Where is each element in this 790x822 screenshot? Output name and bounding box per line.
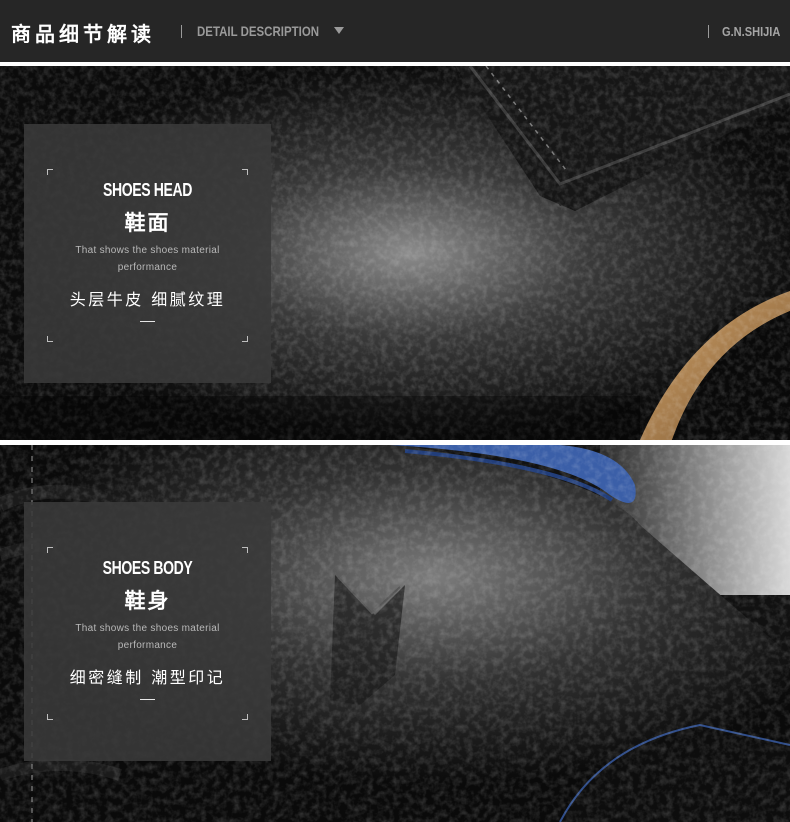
section-tagline: 头层牛皮 细腻纹理 <box>69 290 226 309</box>
section-title-en: SHOES BODY <box>102 558 193 578</box>
detail-header-bar: 商品细节解读 DETAIL DESCRIPTION G.N.SHIJIA <box>0 0 790 62</box>
shoe-body-info-box: SHOES BODY 鞋身 That shows the shoes mater… <box>24 502 271 761</box>
shoe-head-photo: SHOES HEAD 鞋面 That shows the shoes mater… <box>0 66 790 440</box>
section-title-en: SHOES HEAD <box>103 180 192 200</box>
divider-dash <box>140 321 155 322</box>
header-title-cn: 商品细节解读 <box>11 22 155 46</box>
brand-name: G.N.SHIJIA <box>722 24 781 39</box>
corner-mark <box>47 169 53 175</box>
header-title-en: DETAIL DESCRIPTION <box>197 23 320 39</box>
shoe-body-photo: SHOES BODY 鞋身 That shows the shoes mater… <box>0 445 790 822</box>
section-description: That shows the shoes material performanc… <box>75 623 220 651</box>
header-divider <box>181 25 182 38</box>
corner-mark <box>242 336 248 342</box>
header-divider <box>708 25 709 38</box>
section-title-cn: 鞋面 <box>124 211 171 235</box>
section-title-cn: 鞋身 <box>124 589 171 613</box>
section-description: That shows the shoes material performanc… <box>75 245 220 273</box>
shoe-head-info-box: SHOES HEAD 鞋面 That shows the shoes mater… <box>24 124 271 383</box>
corner-mark <box>242 714 248 720</box>
corner-mark <box>47 714 53 720</box>
corner-mark <box>47 336 53 342</box>
divider-dash <box>140 699 155 700</box>
corner-mark <box>47 547 53 553</box>
product-detail-page: 商品细节解读 DETAIL DESCRIPTION G.N.SHIJIA SHO… <box>0 0 790 822</box>
corner-mark <box>242 169 248 175</box>
dropdown-arrow-icon[interactable] <box>334 27 344 34</box>
corner-mark <box>242 547 248 553</box>
section-tagline: 细密缝制 潮型印记 <box>69 668 226 687</box>
